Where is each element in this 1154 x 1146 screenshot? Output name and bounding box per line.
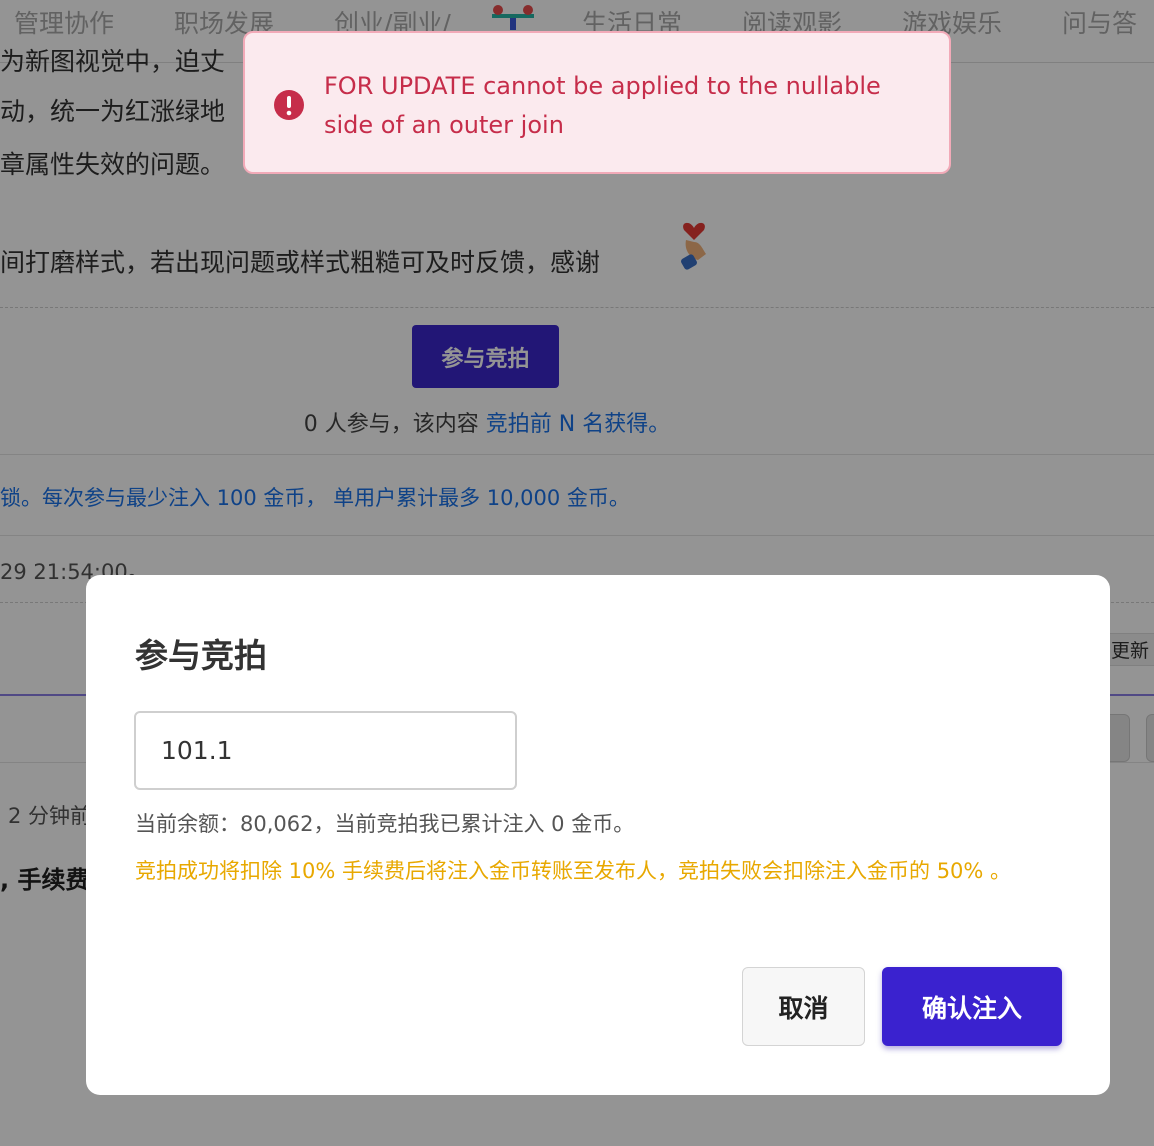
amount-input[interactable]	[134, 711, 517, 790]
error-message: FOR UPDATE cannot be applied to the null…	[324, 72, 881, 139]
error-icon	[274, 90, 304, 120]
cancel-button[interactable]: 取消	[742, 967, 865, 1046]
confirm-inject-button[interactable]: 确认注入	[882, 967, 1062, 1046]
balance-info: 当前余额：80,062，当前竞拍我已累计注入 0 金币。	[135, 812, 635, 836]
fee-warning: 竞拍成功将扣除 10% 手续费后将注入金币转账至发布人，竞拍失败会扣除注入金币的…	[135, 859, 1012, 883]
auction-dialog: 参与竞拍 当前余额：80,062，当前竞拍我已累计注入 0 金币。 竞拍成功将扣…	[86, 575, 1110, 1095]
error-toast: FOR UPDATE cannot be applied to the null…	[243, 31, 951, 174]
dialog-title: 参与竞拍	[135, 636, 267, 675]
